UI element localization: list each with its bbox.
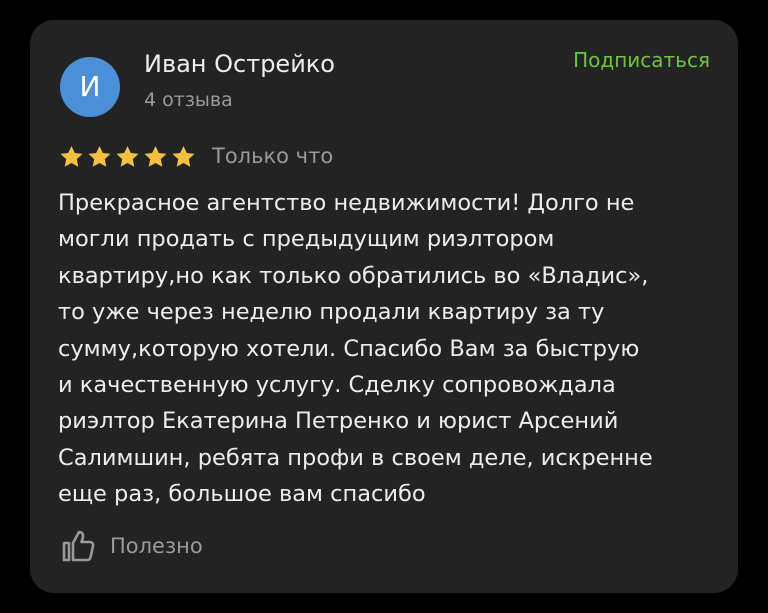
review-text-line: и качественную услугу. Сделку сопровожда… [58,372,616,399]
useful-button[interactable]: Полезно [60,528,203,564]
star-icon [60,145,83,167]
review-text: Прекрасное агентство недвижимости! Долго… [58,185,718,513]
star-icon [172,145,195,167]
avatar[interactable]: И [60,57,120,117]
review-text-line: то уже через неделю продали квартиру за … [58,299,605,326]
review-text-line: могли продать с предыдущим риэлтором [58,226,555,253]
subscribe-button[interactable]: Подписаться [573,45,710,75]
author-review-count: 4 отзыва [144,89,233,111]
review-text-line: Прекрасное агентство недвижимости! Долго… [58,190,635,216]
author-name[interactable]: Иван Острейко [144,48,335,80]
review-text-line: Салимшин, ребята профи в своем деле, иск… [58,444,653,471]
review-text-line: риэлтор Екатерина Петренко и юрист Арсен… [58,408,619,435]
star-icon [116,145,139,167]
star-icon [88,145,111,167]
review-date: Только что [212,144,334,168]
review-text-line: квартиру,но как только обратились во «Вл… [58,262,649,289]
rating-stars [58,144,198,170]
review-text-line: еще раз, большое вам спасибо [58,481,426,508]
review-card: И Иван Острейко 4 отзыва Подписаться Тол… [30,20,738,593]
thumbs-up-icon [62,530,95,562]
useful-label: Полезно [110,534,203,558]
star-icon [144,145,167,167]
review-text-line: сумму,которую хотели. Спасибо Вам за быс… [58,335,640,362]
